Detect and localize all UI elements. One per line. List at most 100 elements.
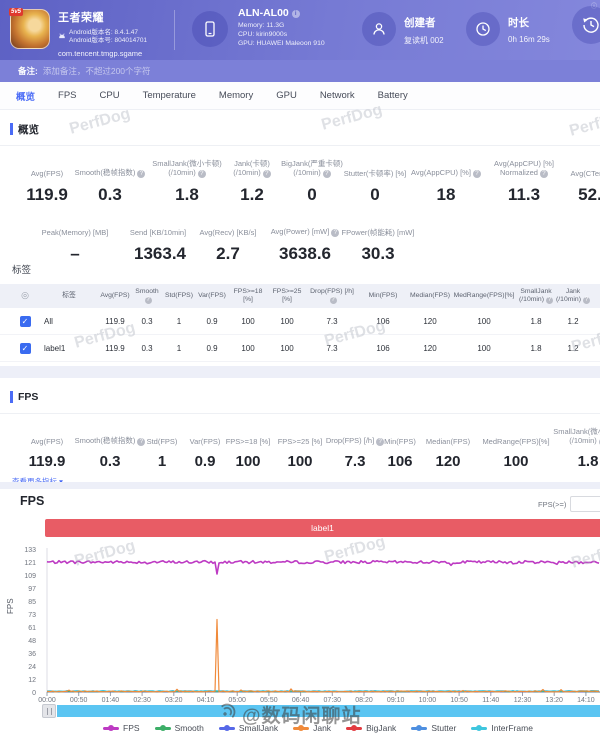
table-header-row: ◎标签Avg(FPS)Smooth?Std(FPS)Var(FPS)FPS>=1… [0,284,600,308]
table-cell: 7.3 [306,344,358,353]
x-tick-label: 13:20 [545,697,563,704]
stat-label: Median(FPS) [422,424,474,446]
help-icon[interactable]: ? [540,170,548,178]
stat-label-text: Avg(Power) [mW]? [271,227,340,237]
table-cell: 119.9 [98,317,132,326]
note-input-placeholder[interactable]: 添加备注，不超过200个字符 [43,65,151,77]
scrollbar-range[interactable] [57,705,600,717]
note-bar[interactable]: 备注: 添加备注，不超过200个字符 [0,60,600,82]
stat-col: MedRange(FPS)[%]100 [474,424,558,470]
overview-section: 概览 Avg(FPS)119.9Smooth(稳帧指数)?0.3SmallJan… [0,110,600,264]
labels-table-section: 标签 ◎标签Avg(FPS)Smooth?Std(FPS)Var(FPS)FPS… [0,262,600,362]
legend-label: BigJank [366,723,396,733]
table-header-text: 标签 [62,292,76,299]
stat-label-text: Smooth(稳帧指数)? [75,168,146,178]
game-app-icon: 5v5 [10,9,50,49]
legend-item-FPS[interactable]: FPS [103,723,140,733]
stat-col: Drop(FPS) [/h]?7.3 [332,424,378,470]
table-cell: 100 [452,317,516,326]
stat-value: 52. [554,185,600,205]
stat-value: 2.7 [182,244,274,264]
row-checkbox[interactable]: ✓ [20,343,31,354]
creator-value: 复读机 002 [404,35,444,46]
table-cell: 120 [408,317,452,326]
table-cell: ✓ [10,343,40,354]
tab-FPS[interactable]: FPS [58,90,76,101]
table-header-cell: SmallJank(/10min)? [516,288,556,304]
x-tick-label: 04:10 [197,697,215,704]
stat-value: 1.8 [558,453,600,470]
tab-Network[interactable]: Network [320,90,355,101]
row-checkbox[interactable]: ✓ [20,316,31,327]
table-cell: 100 [452,344,516,353]
stat-col: Jank(卡顿)(/10min)?1.2 [232,156,272,205]
x-tick-label: 10:00 [419,697,437,704]
legend-label: Stutter [431,723,456,733]
device-info-icon[interactable]: i [292,10,300,18]
creator-block: 创建者 复读机 002 [404,15,444,46]
tab-CPU[interactable]: CPU [100,90,120,101]
help-icon[interactable]: ? [330,297,337,304]
android-icon [58,28,66,46]
fps-section: FPS Avg(FPS)119.9Smooth(稳帧指数)?0.3Std(FPS… [0,378,600,487]
x-tick-label: 11:40 [482,697,499,704]
x-tick-label: 09:10 [387,697,405,704]
scrollbar-handle[interactable] [42,704,56,718]
stat-label: Jank(卡顿)(/10min)? [232,156,272,178]
y-tick-label: 61 [14,625,36,632]
legend-item-Stutter[interactable]: Stutter [411,723,456,733]
visibility-eye-icon[interactable]: ◎ [21,290,29,300]
stat-label: Drop(FPS) [/h]? [332,424,378,446]
legend-marker-dot [351,725,357,731]
stat-label-text: Var(FPS) [190,437,221,446]
perfdog-report-window: 5v5 王者荣耀 Android版本名: 8.4.1.47 Android版本号… [0,0,600,741]
device-name: ALN-AL00 [238,7,289,19]
legend-item-BigJank[interactable]: BigJank [346,723,396,733]
y-tick-label: 0 [14,690,36,697]
legend-label: InterFrame [491,723,533,733]
table-cell: 119.9 [98,344,132,353]
stat-value: 106 [378,453,422,470]
help-icon[interactable]: ? [473,170,481,178]
stat-label-text: Drop(FPS) [/h]? [326,436,384,446]
label-band-text: label1 [311,523,334,533]
tab-概览[interactable]: 概览 [16,89,35,103]
chart-zoom-scrollbar[interactable] [40,704,600,718]
stat-col: SmallJank(微小卡顿)(/10min)?1.8 [142,156,232,205]
fps-threshold-input[interactable] [570,496,600,512]
help-icon[interactable]: ? [583,297,590,304]
x-tick-label: 03:20 [165,697,183,704]
table-header-cell: 标签 [40,292,98,300]
stat-label-text: Send [KB/10min] [130,228,186,237]
fps-chart[interactable] [40,546,600,696]
help-icon[interactable]: ? [145,297,152,304]
legend-marker [293,727,309,730]
help-icon[interactable]: ? [263,170,271,178]
legend-item-SmallJank[interactable]: SmallJank [219,723,278,733]
device-info: ALN-AL00i Memory: 11.3G CPU: kirin9000s … [238,7,325,48]
x-tick-label: 01:40 [102,697,120,704]
tab-Battery[interactable]: Battery [378,90,408,101]
table-cell: 100 [268,344,306,353]
help-icon[interactable]: ? [546,297,553,304]
tab-GPU[interactable]: GPU [276,90,297,101]
stat-value: 11.3 [494,185,554,205]
legend-item-Jank[interactable]: Jank [293,723,331,733]
android-version-code: Android版本号: 804014701 [69,37,147,45]
legend-item-Smooth[interactable]: Smooth [155,723,204,733]
table-header-text: Jank(/10min)? [556,288,590,303]
legend-item-InterFrame[interactable]: InterFrame [471,723,533,733]
series-line-Jank [47,620,599,692]
stat-col: Smooth(稳帧指数)?0.3 [78,424,142,470]
stat-value: 119.9 [16,185,78,205]
table-cell: 120 [408,344,452,353]
help-icon[interactable]: ? [198,170,206,178]
help-icon[interactable]: ? [323,170,331,178]
divider [0,413,600,414]
history-icon[interactable] [572,6,600,44]
tab-Temperature[interactable]: Temperature [143,90,196,101]
x-tick-label: 12:30 [514,697,532,704]
tab-Memory[interactable]: Memory [219,90,253,101]
x-tick-label: 00:00 [38,697,56,704]
stat-label-text: Jank(卡顿)(/10min)? [233,159,271,178]
